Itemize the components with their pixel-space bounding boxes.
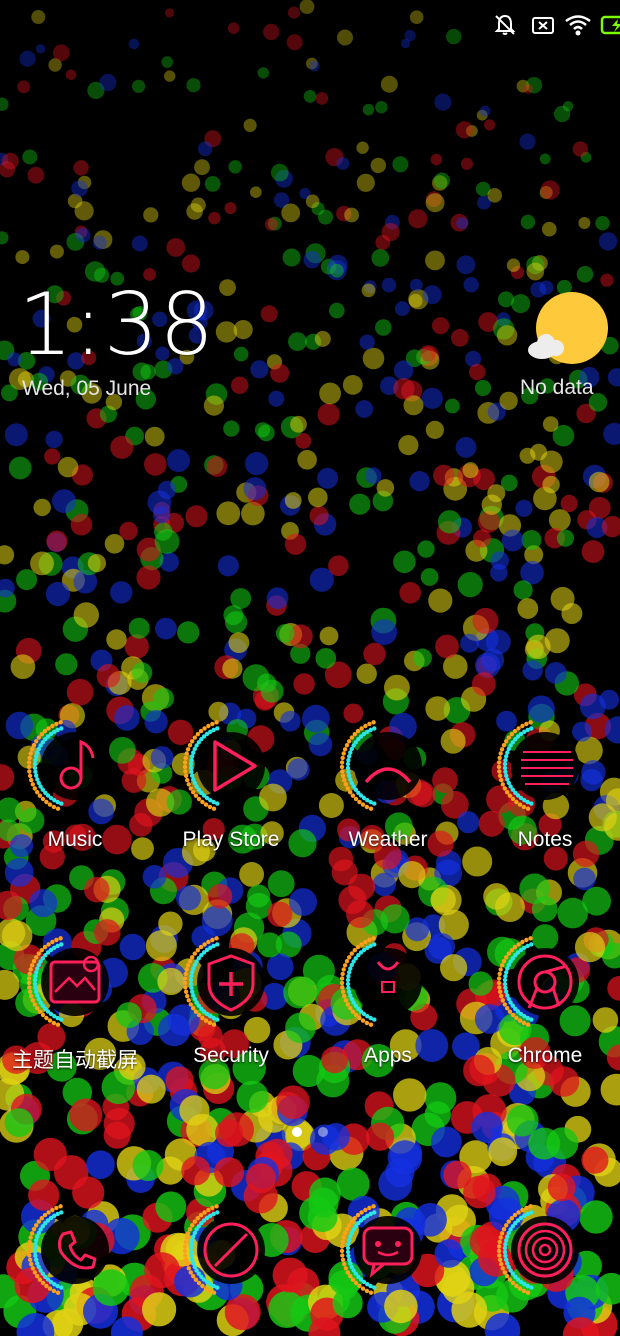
notes-lines-icon — [495, 716, 595, 816]
weather-arc-icon — [338, 716, 438, 816]
status-bar — [420, 8, 620, 40]
app-theme-screenshot[interactable]: 主题自动截屏 — [0, 932, 153, 1074]
clock-date[interactable]: Wed, 05 June — [22, 377, 151, 401]
dock-messages[interactable] — [310, 1200, 466, 1300]
music-note-icon — [25, 716, 125, 816]
app-label: Notes — [517, 828, 573, 851]
app-label: Chrome — [507, 1044, 583, 1067]
play-triangle-icon — [181, 716, 281, 816]
phone-icon — [25, 1200, 125, 1300]
clock-time[interactable]: 1:38 — [18, 282, 215, 368]
page-indicator[interactable] — [288, 1124, 336, 1140]
dock-camera[interactable] — [467, 1200, 620, 1300]
page-dot[interactable] — [318, 1127, 328, 1137]
app-apps[interactable]: Apps — [310, 932, 466, 1068]
page-dot-active[interactable] — [292, 1127, 302, 1137]
app-label: Play Store — [182, 828, 280, 851]
shield-plus-icon — [181, 932, 281, 1032]
app-security[interactable]: Security — [153, 932, 309, 1068]
bag-icon — [338, 932, 438, 1032]
app-play-store[interactable]: Play Store — [153, 716, 309, 852]
app-chrome[interactable]: Chrome — [467, 932, 620, 1068]
wifi-icon — [565, 15, 591, 36]
battery-charging-icon — [600, 15, 620, 35]
app-label: Security — [193, 1044, 269, 1067]
screenshot-icon — [25, 932, 125, 1032]
message-icon — [338, 1200, 438, 1300]
app-label: 主题自动截屏 — [12, 1049, 138, 1072]
weather-status: No data — [520, 376, 594, 399]
app-notes[interactable]: Notes — [467, 716, 620, 852]
camera-lens-icon — [495, 1200, 595, 1300]
app-weather[interactable]: Weather — [310, 716, 466, 852]
weather-widget[interactable]: No data — [508, 290, 618, 410]
sun-cloud-icon — [528, 292, 608, 364]
chrome-icon — [495, 932, 595, 1032]
dock-phone[interactable] — [0, 1200, 153, 1300]
app-label: Music — [47, 828, 103, 851]
app-music[interactable]: Music — [0, 716, 153, 852]
dock-browser[interactable] — [153, 1200, 309, 1300]
app-label: Apps — [364, 1044, 412, 1067]
sim-error-icon — [532, 17, 554, 34]
bell-muted-icon — [494, 14, 516, 35]
app-label: Weather — [348, 828, 428, 851]
compass-icon — [181, 1200, 281, 1300]
